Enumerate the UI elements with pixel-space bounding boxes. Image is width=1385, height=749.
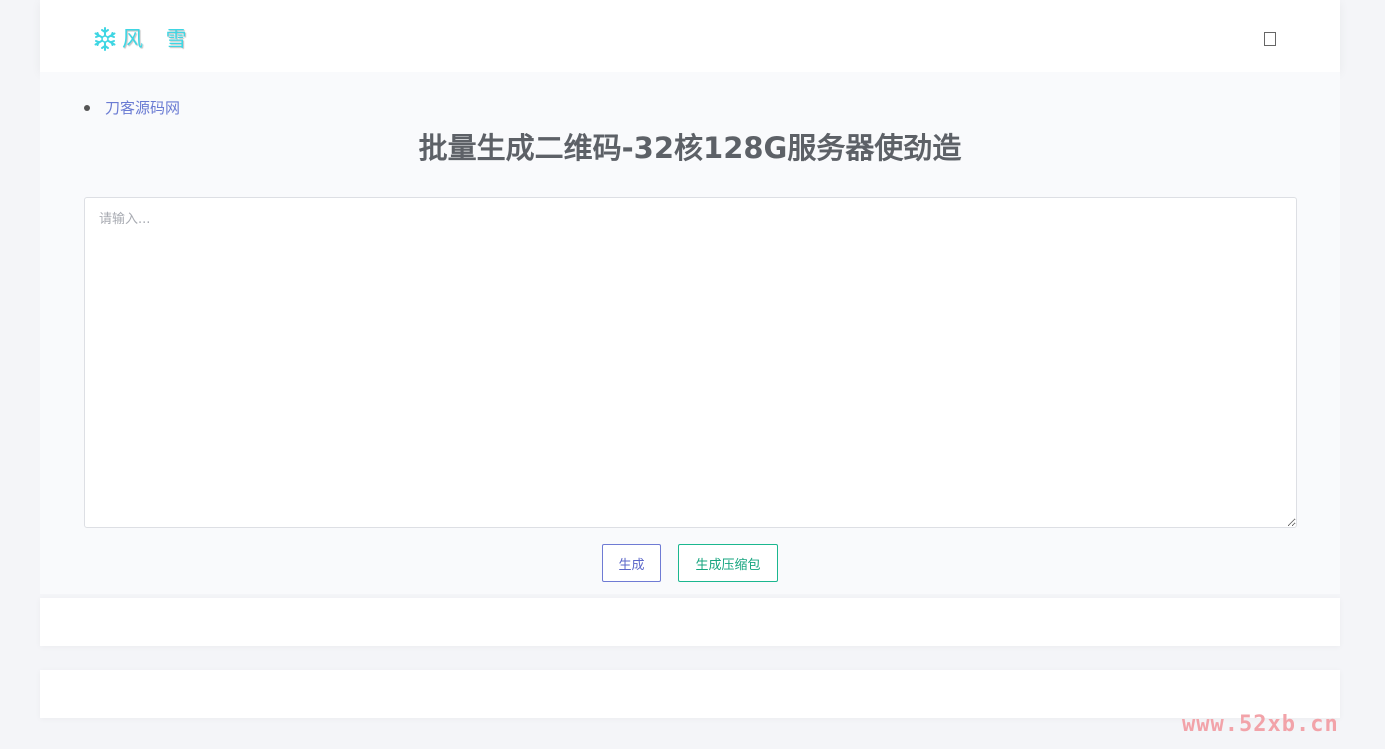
main-panel: 刀客源码网 批量生成二维码-32核128G服务器使劲造 生成 生成压缩包: [40, 72, 1340, 594]
result-card: [40, 598, 1340, 646]
generate-button[interactable]: 生成: [602, 544, 661, 582]
bullet-icon: [84, 105, 90, 111]
nav-link-daoke[interactable]: 刀客源码网: [105, 98, 180, 118]
footer-card: [40, 670, 1340, 718]
page: 风 雪 刀客源码网 批量生成二维码-32核128G服务器使劲造 生成 生成压缩包…: [0, 0, 1385, 749]
header: 风 雪: [40, 0, 1340, 72]
page-title: 批量生成二维码-32核128G服务器使劲造: [418, 131, 962, 165]
logo-text: 风 雪: [122, 27, 195, 51]
nav-item: 刀客源码网: [84, 98, 180, 118]
nav-list: 刀客源码网: [84, 98, 180, 118]
qrcode-text-input[interactable]: [84, 197, 1297, 528]
snowflake-icon: [92, 26, 118, 52]
logo[interactable]: 风 雪: [92, 26, 195, 52]
watermark: www.52xb.cn: [1182, 712, 1339, 737]
generate-zip-button[interactable]: 生成压缩包: [678, 544, 778, 582]
menu-icon[interactable]: [1264, 32, 1276, 46]
